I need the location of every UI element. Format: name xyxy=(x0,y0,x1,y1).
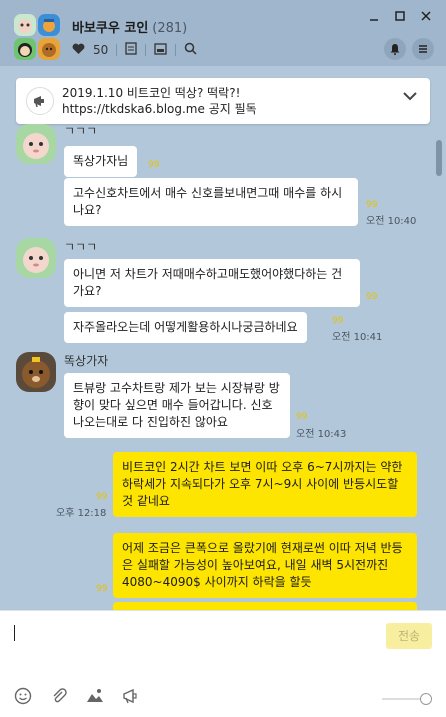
header-sub-toolbar: 50 xyxy=(72,42,197,58)
unread-count: 99 xyxy=(96,492,108,502)
chevron-down-icon[interactable] xyxy=(402,90,418,106)
header-actions xyxy=(384,38,434,60)
album-icon[interactable] xyxy=(154,42,167,58)
menu-icon[interactable] xyxy=(412,38,434,60)
room-avatars[interactable] xyxy=(14,14,62,62)
notice-text: 2019.1.10 비트코인 떡상? 떡락?! https://tkdska6.… xyxy=(62,85,392,117)
avatar[interactable] xyxy=(16,352,56,392)
message-composer[interactable]: 전송 xyxy=(0,610,446,717)
divider xyxy=(116,44,118,56)
note-icon[interactable] xyxy=(125,42,137,58)
slider-knob[interactable] xyxy=(420,693,432,705)
notice-line: 2019.1.10 비트코인 떡상? 떡락?! xyxy=(62,86,241,100)
sender-name: ㄱㄱㄱ xyxy=(64,240,98,254)
unread-count: 99 xyxy=(332,316,344,326)
avatar xyxy=(38,14,60,36)
avatar xyxy=(38,38,60,60)
message-bubble[interactable]: 자주올라오는데 어떻게활용하시나궁금하네요 xyxy=(64,312,307,343)
avatar[interactable] xyxy=(16,238,56,278)
transparency-slider[interactable] xyxy=(382,693,432,705)
room-name: 바보쿠우 코인 xyxy=(72,21,149,36)
sender-name: 똑상가자 xyxy=(64,354,109,368)
like-count: 50 xyxy=(93,43,109,57)
send-button[interactable]: 전송 xyxy=(386,623,432,649)
unread-count: 99 xyxy=(148,160,160,170)
megaphone-icon[interactable] xyxy=(122,687,140,705)
text-cursor xyxy=(14,625,15,641)
message-time: 오후 12:18 xyxy=(56,508,107,519)
message-bubble[interactable]: 아니면 저 차트가 저때매수하고매도했어야했다하는 건가요? xyxy=(64,259,360,307)
attach-icon[interactable] xyxy=(50,687,68,705)
bell-icon[interactable] xyxy=(384,38,406,60)
divider xyxy=(175,44,177,56)
message-bubble[interactable]: 어제 조금은 큰폭으로 올랐기에 현재로썬 이따 저녁 반등은 실패할 가능성이… xyxy=(113,533,417,598)
divider xyxy=(145,44,147,56)
unread-count: 99 xyxy=(366,200,378,210)
member-count: (281) xyxy=(152,21,188,36)
unread-count: 99 xyxy=(366,292,378,302)
message-time: 오전 10:41 xyxy=(332,332,383,343)
window-controls xyxy=(368,10,432,26)
room-title: 바보쿠우 코인 (281) xyxy=(72,17,187,36)
sender-name: ㄱㄱㄱ xyxy=(64,124,98,138)
message-bubble[interactable]: 트뷰랑 고수차트랑 제가 보는 시장뷰랑 방향이 맞다 싶으면 매수 들어갑니다… xyxy=(64,373,290,438)
heart-icon[interactable] xyxy=(72,43,85,58)
search-icon[interactable] xyxy=(184,42,197,58)
notice-banner[interactable]: 2019.1.10 비트코인 떡상? 떡락?! https://tkdska6.… xyxy=(16,78,430,124)
minimize-icon[interactable] xyxy=(368,10,380,26)
composer-toolbar xyxy=(14,687,140,705)
notice-line: https://tkdska6.blog.me 공지 필독 xyxy=(62,102,257,116)
emoticon-icon[interactable] xyxy=(14,687,32,705)
message-time: 오전 10:43 xyxy=(296,429,347,440)
close-icon[interactable] xyxy=(420,10,432,26)
message-bubble[interactable]: 똑상가자님 xyxy=(64,146,138,177)
image-icon[interactable] xyxy=(86,687,104,705)
avatar xyxy=(14,14,36,36)
chat-header: 바보쿠우 코인 (281) 50 xyxy=(0,0,446,66)
message-bubble-partial[interactable] xyxy=(113,602,417,610)
message-bubble[interactable]: 고수신호차트에서 매수 신호를보내면그때 매수를 하시나요? xyxy=(64,178,358,226)
maximize-icon[interactable] xyxy=(394,10,406,26)
avatar[interactable] xyxy=(16,124,56,164)
scrollbar[interactable] xyxy=(436,140,442,176)
unread-count: 99 xyxy=(96,584,108,594)
megaphone-icon xyxy=(26,87,54,115)
chat-log[interactable]: 2019.1.10 비트코인 떡상? 떡락?! https://tkdska6.… xyxy=(0,66,446,610)
message-bubble[interactable]: 비트코인 2시간 차트 보면 이따 오후 6~7시까지는 약한 하락세가 지속되… xyxy=(113,452,417,517)
message-time: 오전 10:40 xyxy=(366,216,417,227)
unread-count: 99 xyxy=(296,412,308,422)
avatar xyxy=(14,38,36,60)
